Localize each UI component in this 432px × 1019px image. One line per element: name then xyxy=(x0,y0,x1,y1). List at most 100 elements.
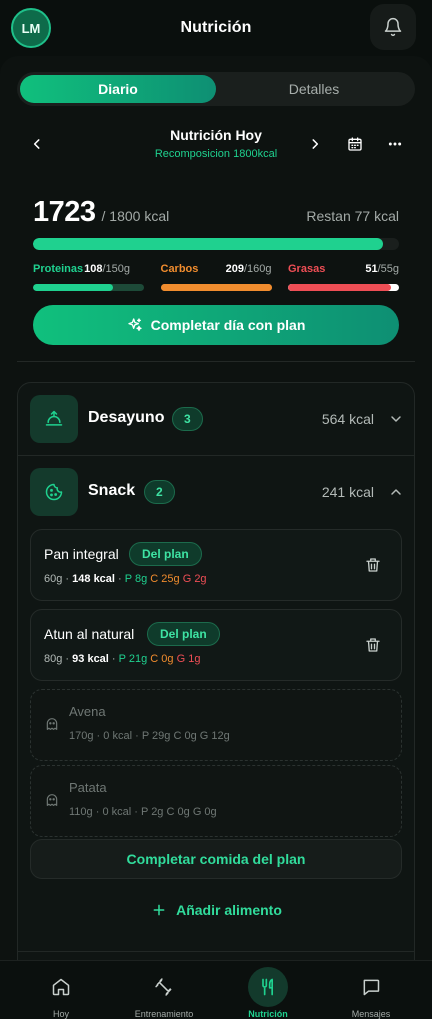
food-item-pan-integral[interactable]: Pan integral Del plan 60g · 148 kcal · P… xyxy=(30,529,402,601)
macro-fat-fill xyxy=(288,284,392,291)
tab-detalles[interactable]: Detalles xyxy=(216,75,412,103)
complete-day-label: Completar día con plan xyxy=(150,317,306,333)
macro-carbs-goal: /160g xyxy=(243,263,272,275)
ghost-icon xyxy=(46,794,58,806)
macro-fat: Grasas 51 /55g xyxy=(288,263,399,291)
chevron-right-icon xyxy=(312,139,319,149)
app-header: LM Nutrición xyxy=(0,0,432,56)
nav-label: Entrenamiento xyxy=(134,1009,194,1019)
day-title: Nutrición Hoy xyxy=(170,127,262,143)
food-protein: P 21g xyxy=(118,653,148,665)
food-name: Avena xyxy=(69,704,106,719)
separator: · xyxy=(95,806,100,818)
nav-nutricion[interactable]: Nutrición xyxy=(214,961,322,1019)
separator: · xyxy=(135,730,139,742)
ghost-icon xyxy=(46,718,58,730)
next-day-button[interactable] xyxy=(303,132,327,156)
dumbbell-icon xyxy=(155,978,172,996)
food-kcal: 0 kcal xyxy=(102,806,132,818)
planned-food-patata[interactable]: Patata 110g · 0 kcal · P 2g C 0g G 0g xyxy=(30,765,402,837)
nav-entrenamiento[interactable]: Entrenamiento xyxy=(110,961,218,1019)
nav-hoy[interactable]: Hoy xyxy=(7,961,115,1019)
food-name: Pan integral xyxy=(44,546,119,562)
more-icon xyxy=(388,142,402,146)
macro-protein-fill xyxy=(33,284,113,291)
food-fat: G 12g xyxy=(199,730,230,742)
food-protein: P 8g xyxy=(124,573,148,585)
meal-item-count: 2 xyxy=(144,480,175,504)
food-grams: 170g xyxy=(69,730,94,742)
nav-label: Hoy xyxy=(52,1009,69,1019)
meal-name: Desayuno xyxy=(88,409,165,426)
food-name: Patata xyxy=(69,780,107,795)
complete-meal-button[interactable]: Completar comida del plan xyxy=(30,839,402,879)
meal-kcal: 564 kcal xyxy=(321,411,374,427)
add-food-label: Añadir alimento xyxy=(176,902,282,918)
calories-remaining: Restan 77 kcal xyxy=(306,208,399,224)
macro-carbs-fill xyxy=(160,284,272,291)
macros-row: Proteinas 108 /150g Carbos 209 /160g Gra… xyxy=(33,263,399,291)
food-fat: G 1g xyxy=(176,653,201,665)
food-fat: G 2g xyxy=(182,573,207,585)
more-options-button[interactable] xyxy=(383,132,407,156)
notifications-button[interactable] xyxy=(370,4,416,50)
food-details: 60g · 148 kcal · P 8g C 25g G 2g xyxy=(44,573,207,585)
food-kcal: 93 kcal xyxy=(72,653,109,665)
food-carbs: C 0g xyxy=(150,653,174,665)
separator: · xyxy=(118,573,122,585)
day-title-block: Nutrición Hoy Recomposicion 1800kcal xyxy=(0,127,432,160)
macro-protein-value: 108 xyxy=(84,263,103,275)
food-grams: 110g xyxy=(69,806,93,818)
plan-subtitle: Recomposicion 1800kcal xyxy=(154,148,278,160)
chevron-down-icon xyxy=(391,416,401,422)
trash-icon[interactable] xyxy=(364,556,382,574)
separator: · xyxy=(65,573,70,585)
daily-summary: 1723 / 1800 kcal Restan 77 kcal Proteina… xyxy=(33,196,399,291)
calories-consumed: 1723 xyxy=(33,196,96,228)
breakfast-icon xyxy=(45,410,63,426)
calories-progress-bar xyxy=(33,238,399,250)
add-food-button[interactable]: Añadir alimento xyxy=(18,897,414,923)
separator: · xyxy=(96,730,101,742)
macro-protein-bar xyxy=(33,284,144,291)
planned-food-avena[interactable]: Avena 170g · 0 kcal · P 29g C 0g G 12g xyxy=(30,689,402,761)
food-grams: 80g xyxy=(44,653,63,665)
meal-header-desayuno[interactable]: Desayuno 3 564 kcal xyxy=(18,383,414,455)
macro-protein-goal: /150g xyxy=(102,263,131,275)
from-plan-badge: Del plan xyxy=(147,622,220,646)
complete-day-button[interactable]: Completar día con plan xyxy=(33,305,399,345)
plus-icon xyxy=(153,904,165,916)
calories-goal: / 1800 kcal xyxy=(101,208,170,224)
nav-mensajes[interactable]: Mensajes xyxy=(317,961,425,1019)
page-title: Nutrición xyxy=(180,19,252,36)
meal-kcal: 241 kcal xyxy=(321,484,374,500)
avatar[interactable]: LM xyxy=(11,8,51,48)
macro-carbs-name: Carbos xyxy=(160,263,199,275)
calendar-button[interactable] xyxy=(343,132,367,156)
separator: · xyxy=(65,653,70,665)
cookie-icon xyxy=(45,483,63,501)
meal-name: Snack xyxy=(88,482,136,499)
meal-item-count: 3 xyxy=(172,407,203,431)
bottom-navigation: Hoy Entrenamiento Nutrición Mensajes xyxy=(0,960,432,1019)
macro-fat-value: 51 xyxy=(365,263,378,275)
food-item-atun[interactable]: Atun al natural Del plan 80g · 93 kcal ·… xyxy=(30,609,402,681)
separator: · xyxy=(134,806,138,818)
food-details: 110g · 0 kcal · P 2g C 0g G 0g xyxy=(69,806,217,818)
calendar-icon xyxy=(348,137,362,151)
home-icon xyxy=(52,978,70,996)
tab-diario[interactable]: Diario xyxy=(20,75,216,103)
food-fat: G 0g xyxy=(192,806,217,818)
macro-carbs-bar xyxy=(160,284,272,291)
meal-header-snack[interactable]: Snack 2 241 kcal xyxy=(18,456,414,528)
macro-fat-name: Grasas xyxy=(288,263,326,275)
trash-icon[interactable] xyxy=(364,636,382,654)
view-tabs: Diario Detalles xyxy=(17,72,415,106)
bell-icon xyxy=(384,17,402,37)
food-carbs: C 0g xyxy=(166,806,190,818)
meal-icon-snack xyxy=(30,468,78,516)
fork-knife-icon xyxy=(262,978,273,996)
chevron-up-icon xyxy=(391,489,401,495)
nav-label: Nutrición xyxy=(248,1009,288,1019)
calories-progress-fill xyxy=(33,238,384,250)
